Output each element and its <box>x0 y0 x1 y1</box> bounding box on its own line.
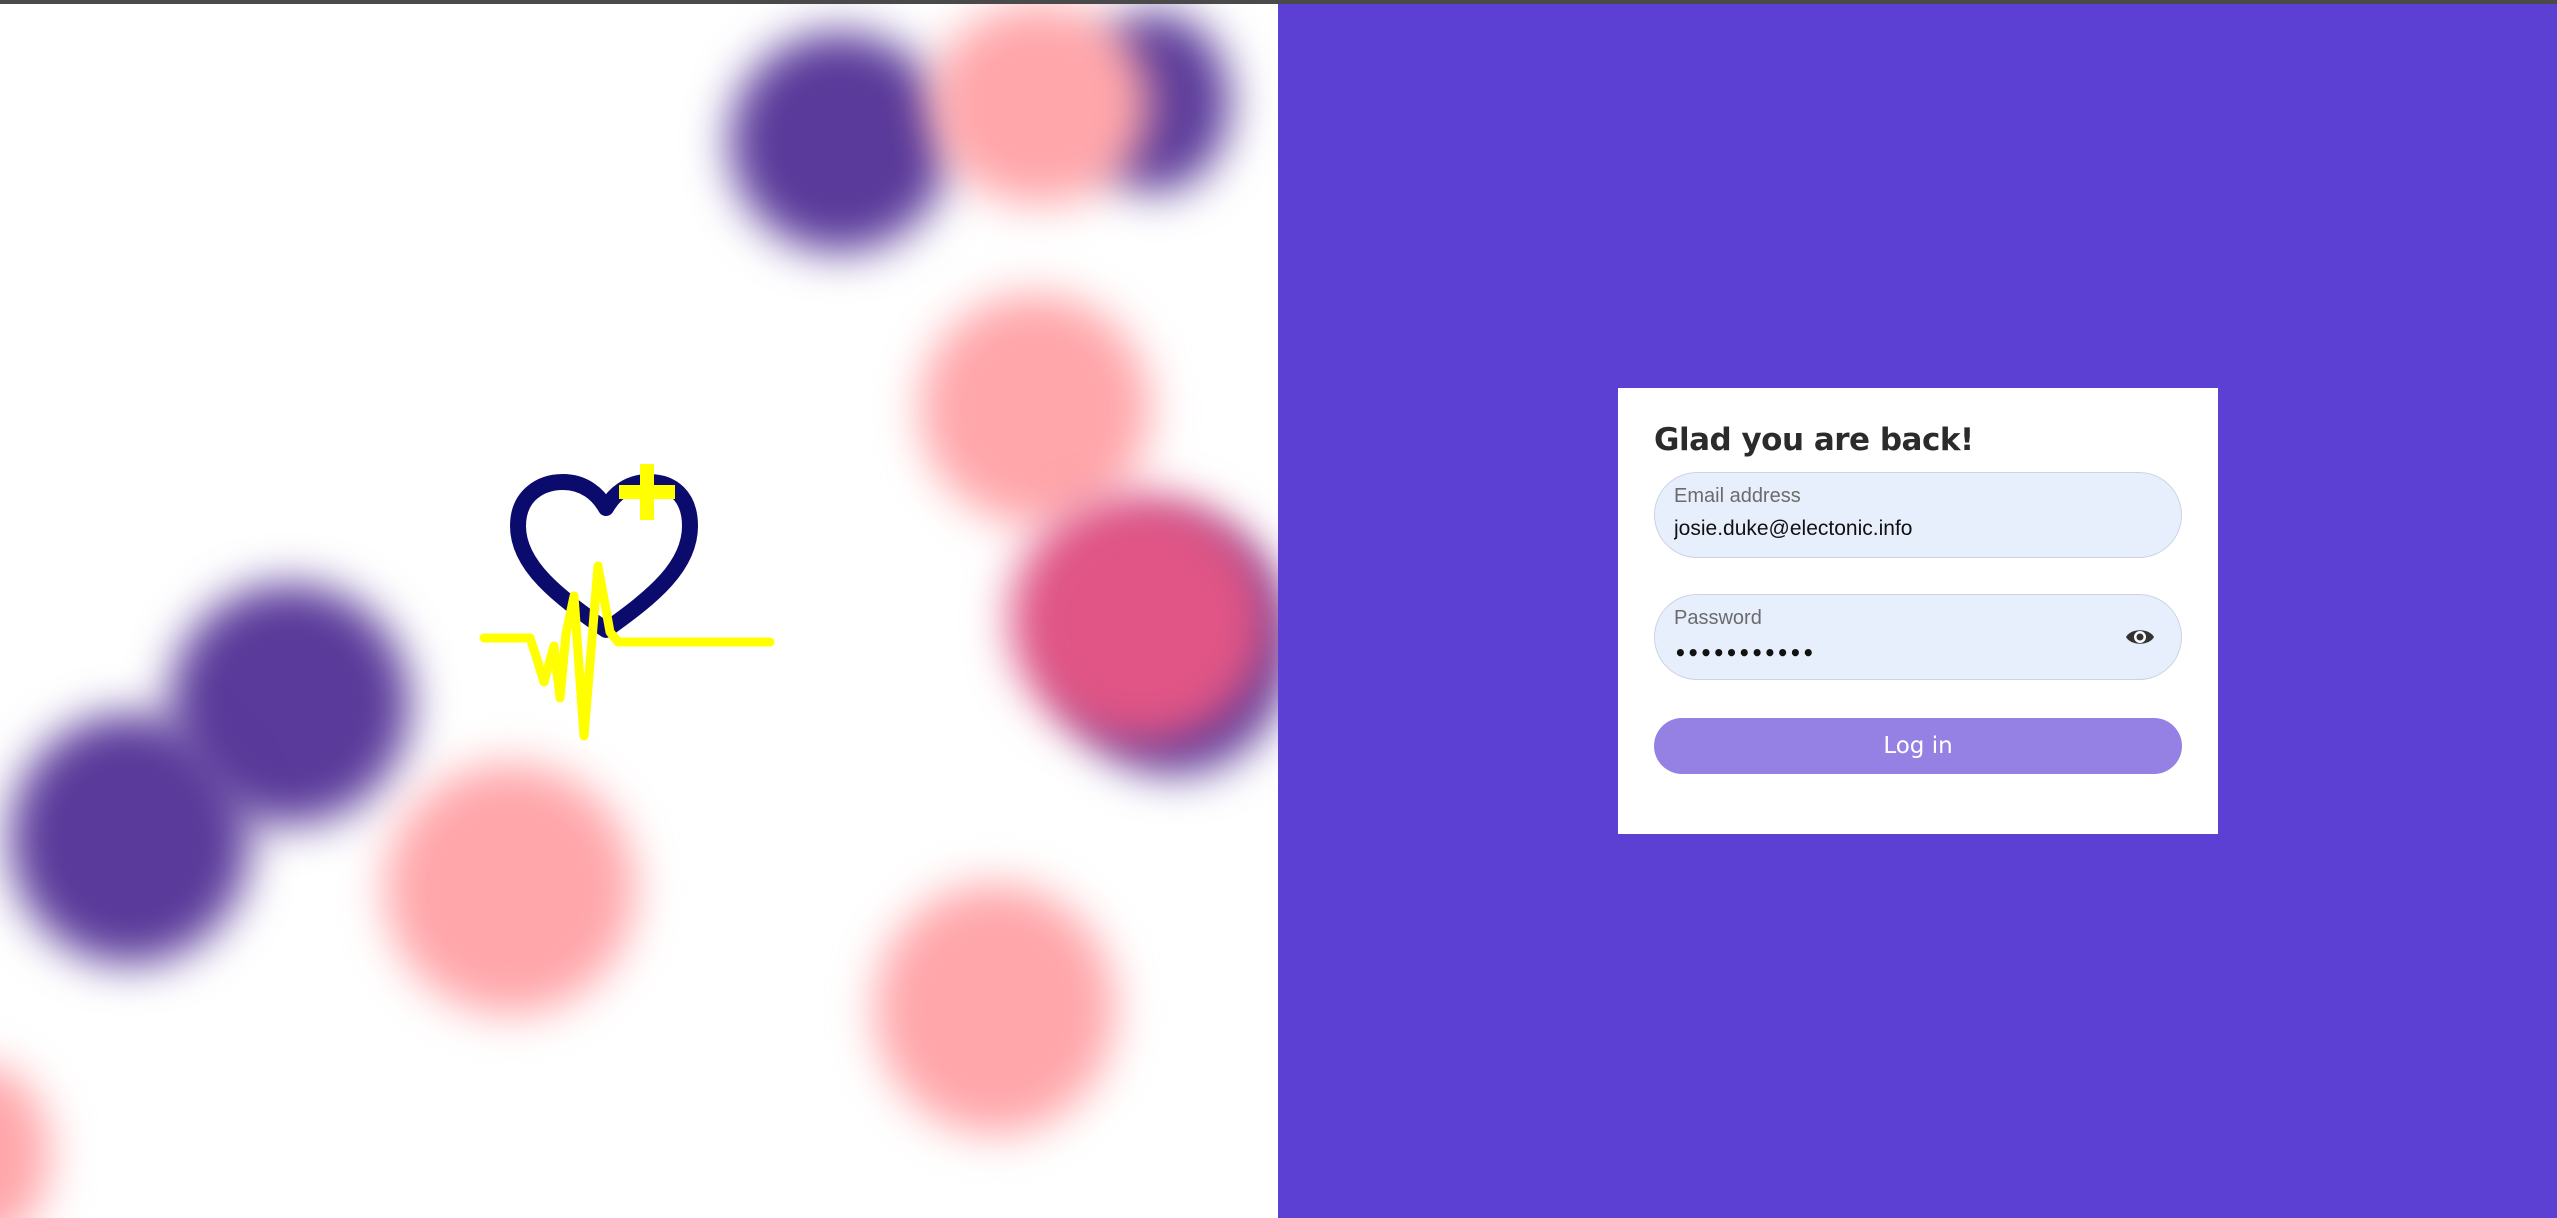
background-blob <box>930 4 1150 204</box>
password-field[interactable]: Password ••••••••••• <box>1654 594 2182 680</box>
background-blob <box>1010 494 1270 744</box>
login-button[interactable]: Log in <box>1654 718 2182 774</box>
branding-panel <box>0 4 1278 1218</box>
login-card: Glad you are back! Email address Passwor… <box>1618 388 2218 834</box>
email-field[interactable]: Email address <box>1654 472 2182 558</box>
email-label: Email address <box>1674 485 1801 507</box>
background-blob <box>385 764 635 1014</box>
background-blob <box>730 32 950 252</box>
background-blob <box>920 294 1150 524</box>
heart-pulse-plus-logo <box>479 464 775 741</box>
background-blob <box>10 714 250 964</box>
eye-icon[interactable] <box>2125 625 2155 649</box>
login-title: Glad you are back! <box>1654 422 1974 458</box>
password-label: Password <box>1674 607 1762 629</box>
password-input[interactable]: ••••••••••• <box>1674 641 1815 665</box>
background-blob <box>0 1064 50 1218</box>
email-input[interactable] <box>1674 517 2094 541</box>
background-blob <box>875 884 1115 1134</box>
